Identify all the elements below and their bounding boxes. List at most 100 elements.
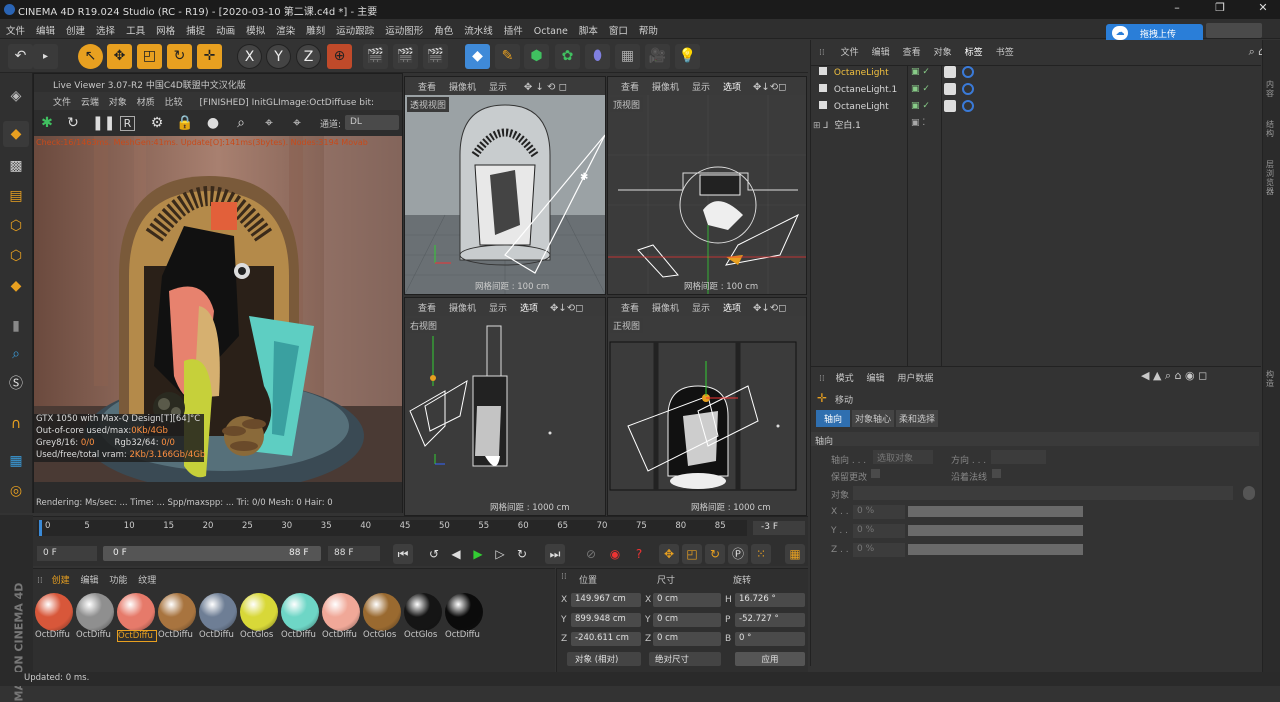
attr-menu-edit[interactable]: 编辑: [867, 374, 885, 384]
model-mode-icon[interactable]: ◆: [3, 121, 29, 147]
material-ball-icon[interactable]: ●: [204, 114, 222, 132]
tab-axis[interactable]: 轴向: [816, 410, 851, 427]
vp-menu-display[interactable]: 显示: [489, 83, 507, 93]
render-picture-viewer-icon[interactable]: 🎬: [393, 44, 418, 69]
go-to-start-icon[interactable]: ⏮: [393, 544, 413, 564]
magnet-icon[interactable]: ∩: [3, 411, 29, 437]
floor-icon[interactable]: ▦: [615, 44, 640, 69]
material-name[interactable]: OctDiffu: [35, 630, 75, 640]
viewport-nav-icon[interactable]: ✥↓⟲◻: [753, 82, 786, 93]
frame-range-slider[interactable]: 0 F 88 F: [103, 546, 321, 561]
lv-menu-materials[interactable]: 材质: [137, 98, 155, 108]
size-x-field[interactable]: 0 cm: [653, 593, 721, 607]
subdivision-icon[interactable]: ⬢: [524, 44, 549, 69]
scale-tool-icon[interactable]: ◰: [137, 44, 162, 69]
x-axis-button[interactable]: X: [237, 44, 262, 69]
menu-sculpt[interactable]: 雕刻: [300, 19, 330, 37]
make-editable-icon[interactable]: ◈: [3, 83, 29, 109]
snap-icon[interactable]: Ⓢ: [3, 371, 29, 397]
restart-render-icon[interactable]: ↻: [64, 114, 82, 132]
menu-mesh[interactable]: 网格: [150, 19, 180, 37]
channel-dropdown[interactable]: DL: [345, 115, 399, 130]
attr-menu-mode[interactable]: 模式: [836, 374, 854, 384]
light-icon[interactable]: 💡: [675, 44, 700, 69]
menu-script[interactable]: 脚本: [573, 19, 603, 37]
layout-dropdown[interactable]: [1206, 23, 1262, 38]
deformer-icon[interactable]: ⬮: [585, 44, 610, 69]
position-y-field[interactable]: 899.948 cm: [571, 613, 641, 627]
menu-character[interactable]: 角色: [428, 19, 458, 37]
tab-soft-selection[interactable]: 柔和选择: [896, 410, 939, 427]
target-tag-icon[interactable]: [962, 83, 974, 95]
end-frame-field[interactable]: -3 F: [753, 521, 805, 535]
material-swatch[interactable]: [199, 593, 237, 631]
visibility-dots-icon[interactable]: ▣ ⁚: [911, 118, 925, 128]
timeline-ruler[interactable]: 0 5 10 15 20 25 30 35 40 45 50 55 60 65 70 75 80 85: [37, 520, 747, 536]
texture-mode-icon[interactable]: ▩: [3, 153, 29, 179]
material-name[interactable]: OctDiffu: [117, 630, 157, 642]
key-position-icon[interactable]: ✥: [659, 544, 679, 564]
zoom-icon[interactable]: ⌕: [232, 114, 250, 132]
visibility-check-icon[interactable]: ▣ ✓: [911, 84, 930, 94]
previous-key-icon[interactable]: ↺: [425, 544, 443, 564]
axis-dropdown[interactable]: 选取对象: [873, 450, 933, 464]
key-parameter-icon[interactable]: Ⓟ: [728, 544, 748, 564]
z-slider[interactable]: [908, 544, 1083, 555]
settings-gear-icon[interactable]: ⚙: [148, 114, 166, 132]
max-frame-field[interactable]: 88 F: [328, 546, 380, 561]
pause-icon[interactable]: ❚❚: [92, 114, 115, 132]
mat-menu-function[interactable]: 功能: [109, 576, 127, 586]
next-key-icon[interactable]: ↻: [513, 544, 531, 564]
workplane-icon[interactable]: ▤: [3, 183, 29, 209]
render-view-icon[interactable]: 🎬: [363, 44, 388, 69]
cloner-icon[interactable]: ✿: [555, 44, 580, 69]
object-name[interactable]: OctaneLight.1: [834, 85, 897, 95]
side-tab-content[interactable]: 内容: [1266, 80, 1278, 98]
apply-button[interactable]: 应用: [735, 652, 805, 666]
playhead[interactable]: [39, 520, 42, 536]
object-link-field[interactable]: [853, 486, 1233, 500]
rotation-b-field[interactable]: 0 °: [735, 632, 805, 646]
material-swatch[interactable]: [322, 593, 360, 631]
keep-changes-checkbox[interactable]: [871, 469, 880, 478]
position-x-field[interactable]: 149.967 cm: [571, 593, 641, 607]
coordinate-mode-dropdown[interactable]: 对象 (相对): [567, 652, 641, 666]
menu-simulate[interactable]: 模拟: [240, 19, 270, 37]
timeline-window-icon[interactable]: ▦: [785, 544, 805, 564]
lv-menu-cloud[interactable]: 云端: [81, 98, 99, 108]
lock-workplane-icon[interactable]: ▦: [3, 448, 29, 474]
lv-menu-file[interactable]: 文件: [53, 98, 71, 108]
close-button[interactable]: ✕: [1248, 1, 1278, 18]
size-mode-dropdown[interactable]: 绝对尺寸: [649, 652, 721, 666]
x-percent-field[interactable]: 0 %: [853, 505, 905, 519]
material-name[interactable]: OctGlos: [404, 630, 444, 640]
enable-axis-icon[interactable]: ▮: [3, 313, 29, 339]
menu-help[interactable]: 帮助: [633, 19, 663, 37]
y-axis-button[interactable]: Y: [266, 44, 291, 69]
record-keys-icon[interactable]: ⊘: [581, 544, 601, 564]
octane-tag-icon[interactable]: [944, 66, 956, 78]
lv-menu-compare[interactable]: 比较: [165, 98, 183, 108]
vp-menu-view[interactable]: 查看: [621, 83, 639, 93]
lock-icon[interactable]: 🔒: [176, 114, 194, 132]
octane-gear-icon[interactable]: ✱: [38, 114, 56, 132]
object-row[interactable]: OctaneLight ▣ ✓: [819, 66, 1259, 83]
recent-tool-icon[interactable]: ✛: [197, 44, 222, 69]
octane-tag-icon[interactable]: [944, 100, 956, 112]
vp-menu-options[interactable]: 选项: [723, 304, 741, 314]
menu-animate[interactable]: 动画: [210, 19, 240, 37]
menu-octane[interactable]: Octane: [528, 22, 573, 37]
key-pla-icon[interactable]: ⁙: [751, 544, 771, 564]
location-pin-icon[interactable]: ⌖: [288, 114, 306, 132]
tab-object-axis[interactable]: 对象轴心: [852, 410, 895, 427]
menu-window[interactable]: 窗口: [603, 19, 633, 37]
vp-menu-view[interactable]: 查看: [418, 83, 436, 93]
om-tab-bookmarks[interactable]: 书签: [996, 48, 1014, 58]
region-render-icon[interactable]: R: [120, 116, 135, 131]
material-name[interactable]: OctDiffu: [281, 630, 321, 640]
vp-menu-options[interactable]: 选项: [723, 83, 741, 93]
om-tab-file[interactable]: 文件: [841, 48, 859, 58]
side-tab-structure[interactable]: 结构: [1266, 120, 1278, 138]
target-tag-icon[interactable]: [962, 66, 974, 78]
side-tab-layers[interactable]: 层浏览器: [1266, 160, 1278, 196]
